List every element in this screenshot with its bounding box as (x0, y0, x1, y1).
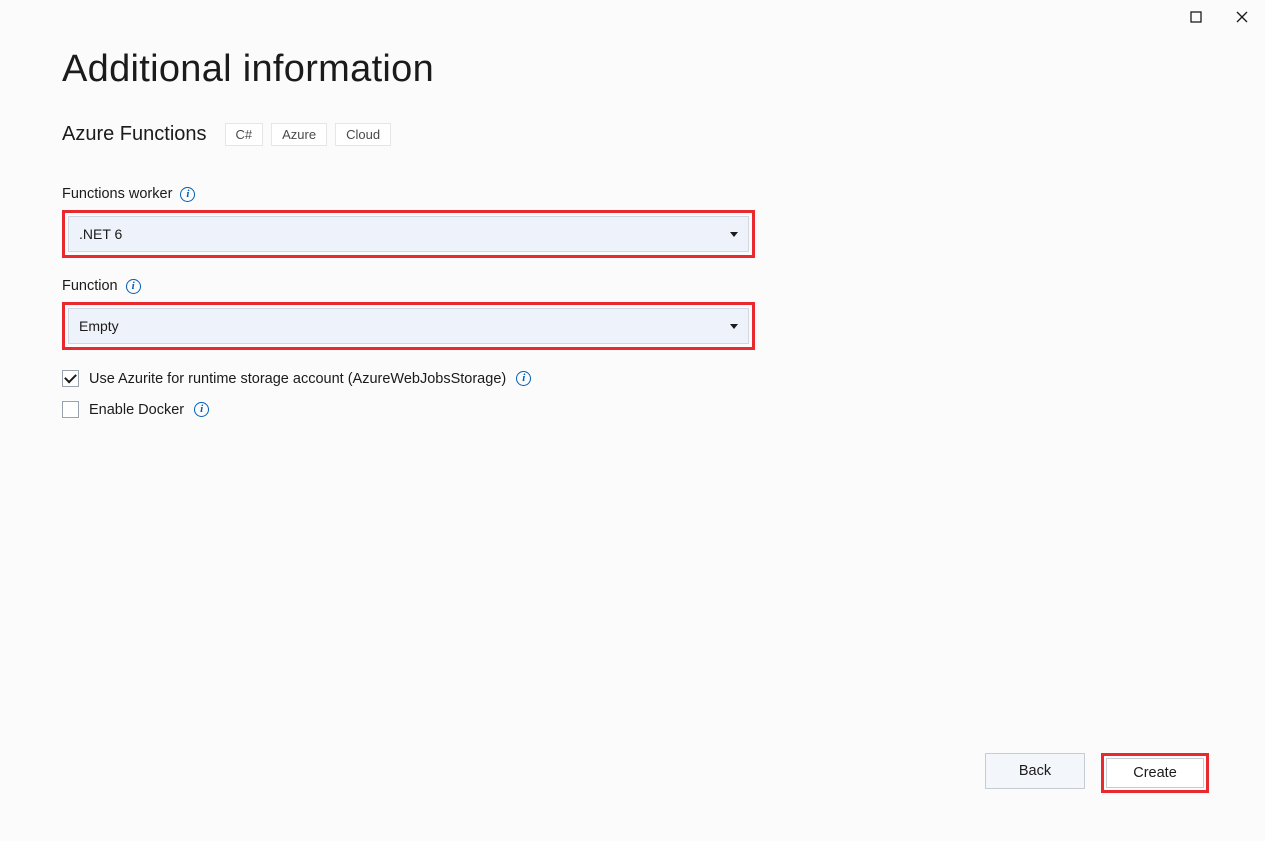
function-highlight: Empty (62, 302, 755, 350)
docker-label: Enable Docker (89, 402, 184, 418)
info-icon[interactable]: i (516, 371, 531, 386)
tag-csharp: C# (225, 123, 264, 146)
tag-azure: Azure (271, 123, 327, 146)
project-type-label: Azure Functions (62, 123, 207, 146)
create-button[interactable]: Create (1106, 758, 1204, 788)
info-icon[interactable]: i (180, 187, 195, 202)
functions-worker-select[interactable]: .NET 6 (68, 216, 749, 252)
function-value: Empty (79, 318, 119, 334)
create-button-highlight: Create (1101, 753, 1209, 793)
docker-checkbox[interactable] (62, 401, 79, 418)
azurite-checkbox[interactable] (62, 370, 79, 387)
azurite-label: Use Azurite for runtime storage account … (89, 371, 506, 387)
tag-cloud: Cloud (335, 123, 391, 146)
close-button[interactable] (1233, 8, 1251, 26)
chevron-down-icon (730, 324, 738, 329)
function-select[interactable]: Empty (68, 308, 749, 344)
functions-worker-label: Functions worker (62, 186, 172, 202)
functions-worker-highlight: .NET 6 (62, 210, 755, 258)
function-label: Function (62, 278, 118, 294)
back-button[interactable]: Back (985, 753, 1085, 789)
chevron-down-icon (730, 232, 738, 237)
maximize-button[interactable] (1187, 8, 1205, 26)
page-title: Additional information (62, 48, 1205, 91)
functions-worker-value: .NET 6 (79, 226, 122, 242)
info-icon[interactable]: i (126, 279, 141, 294)
info-icon[interactable]: i (194, 402, 209, 417)
